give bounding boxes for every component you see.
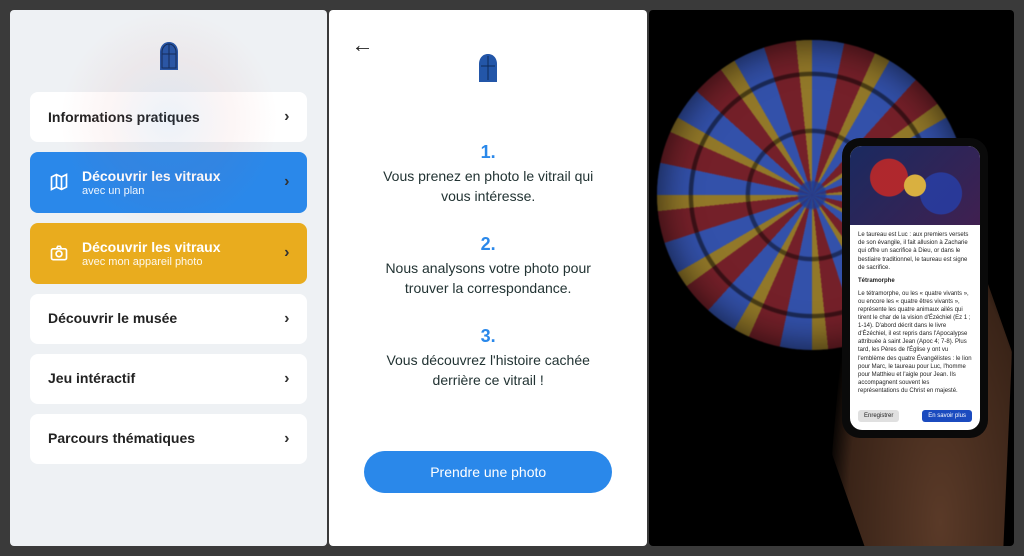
menu-item-label: Parcours thématiques xyxy=(48,430,195,447)
step-2: 2. Nous analysons votre photo pour trouv… xyxy=(369,234,606,298)
menu-item-informations[interactable]: Informations pratiques › xyxy=(30,92,307,142)
menu-item-decouvrir-camera[interactable]: Découvrir les vitraux avec mon appareil … xyxy=(30,223,307,284)
chevron-right-icon: › xyxy=(284,310,289,328)
app-logo-icon xyxy=(157,40,181,72)
chevron-right-icon: › xyxy=(284,173,289,191)
panel-photo-instructions: ← 1. Vous prenez en photo le vitrail qui… xyxy=(329,10,646,546)
phone-paragraph: Le taureau est Luc : aux premiers verset… xyxy=(858,231,972,271)
back-arrow-icon[interactable]: ← xyxy=(351,32,373,58)
camera-icon xyxy=(48,243,70,263)
take-photo-button[interactable]: Prendre une photo xyxy=(364,451,612,493)
step-3: 3. Vous découvrez l'histoire cachée derr… xyxy=(369,326,606,390)
step-text: Vous découvrez l'histoire cachée derrièr… xyxy=(369,351,606,390)
step-number: 3. xyxy=(369,326,606,347)
phone-heading: Tétramorphe xyxy=(858,277,972,285)
menu-item-label: Jeu intéractif xyxy=(48,370,135,387)
menu-item-label: Découvrir le musée xyxy=(48,310,177,327)
chevron-right-icon: › xyxy=(284,370,289,388)
menu-item-label: Découvrir les vitraux xyxy=(82,239,221,256)
steps-list: 1. Vous prenez en photo le vitrail qui v… xyxy=(329,104,646,401)
phone-save-button[interactable]: Enregistrer xyxy=(858,410,899,422)
phone-more-button[interactable]: En savoir plus xyxy=(922,410,972,422)
app-logo-icon xyxy=(476,52,500,84)
phone-vitrail-image xyxy=(850,146,980,225)
menu-item-jeu[interactable]: Jeu intéractif › xyxy=(30,354,307,404)
step-1: 1. Vous prenez en photo le vitrail qui v… xyxy=(369,142,606,206)
chevron-right-icon: › xyxy=(284,108,289,126)
phone-mockup: Le taureau est Luc : aux premiers verset… xyxy=(842,138,988,438)
menu-item-sublabel: avec mon appareil photo xyxy=(82,256,221,268)
phone-article-text: Le taureau est Luc : aux premiers verset… xyxy=(850,225,980,406)
phone-action-bar: Enregistrer En savoir plus xyxy=(850,406,980,430)
menu-item-label: Découvrir les vitraux xyxy=(82,168,221,185)
panel-home-menu: Informations pratiques › Découvrir les v… xyxy=(10,10,327,546)
menu-item-parcours[interactable]: Parcours thématiques › xyxy=(30,414,307,464)
chevron-right-icon: › xyxy=(284,244,289,262)
menu-item-sublabel: avec un plan xyxy=(82,185,221,197)
menu-item-label: Informations pratiques xyxy=(48,109,200,126)
menu-item-musee[interactable]: Découvrir le musée › xyxy=(30,294,307,344)
phone-paragraph: Le tétramorphe, ou les « quatre vivants … xyxy=(858,290,972,395)
menu-item-decouvrir-plan[interactable]: Découvrir les vitraux avec un plan › xyxy=(30,152,307,213)
chevron-right-icon: › xyxy=(284,430,289,448)
map-icon xyxy=(48,172,70,192)
step-text: Vous prenez en photo le vitrail qui vous… xyxy=(369,167,606,206)
step-number: 2. xyxy=(369,234,606,255)
panel-product-shot: Le taureau est Luc : aux premiers verset… xyxy=(649,10,1014,546)
main-menu: Informations pratiques › Découvrir les v… xyxy=(10,92,327,464)
step-text: Nous analysons votre photo pour trouver … xyxy=(369,259,606,298)
phone-screen: Le taureau est Luc : aux premiers verset… xyxy=(850,146,980,430)
step-number: 1. xyxy=(369,142,606,163)
